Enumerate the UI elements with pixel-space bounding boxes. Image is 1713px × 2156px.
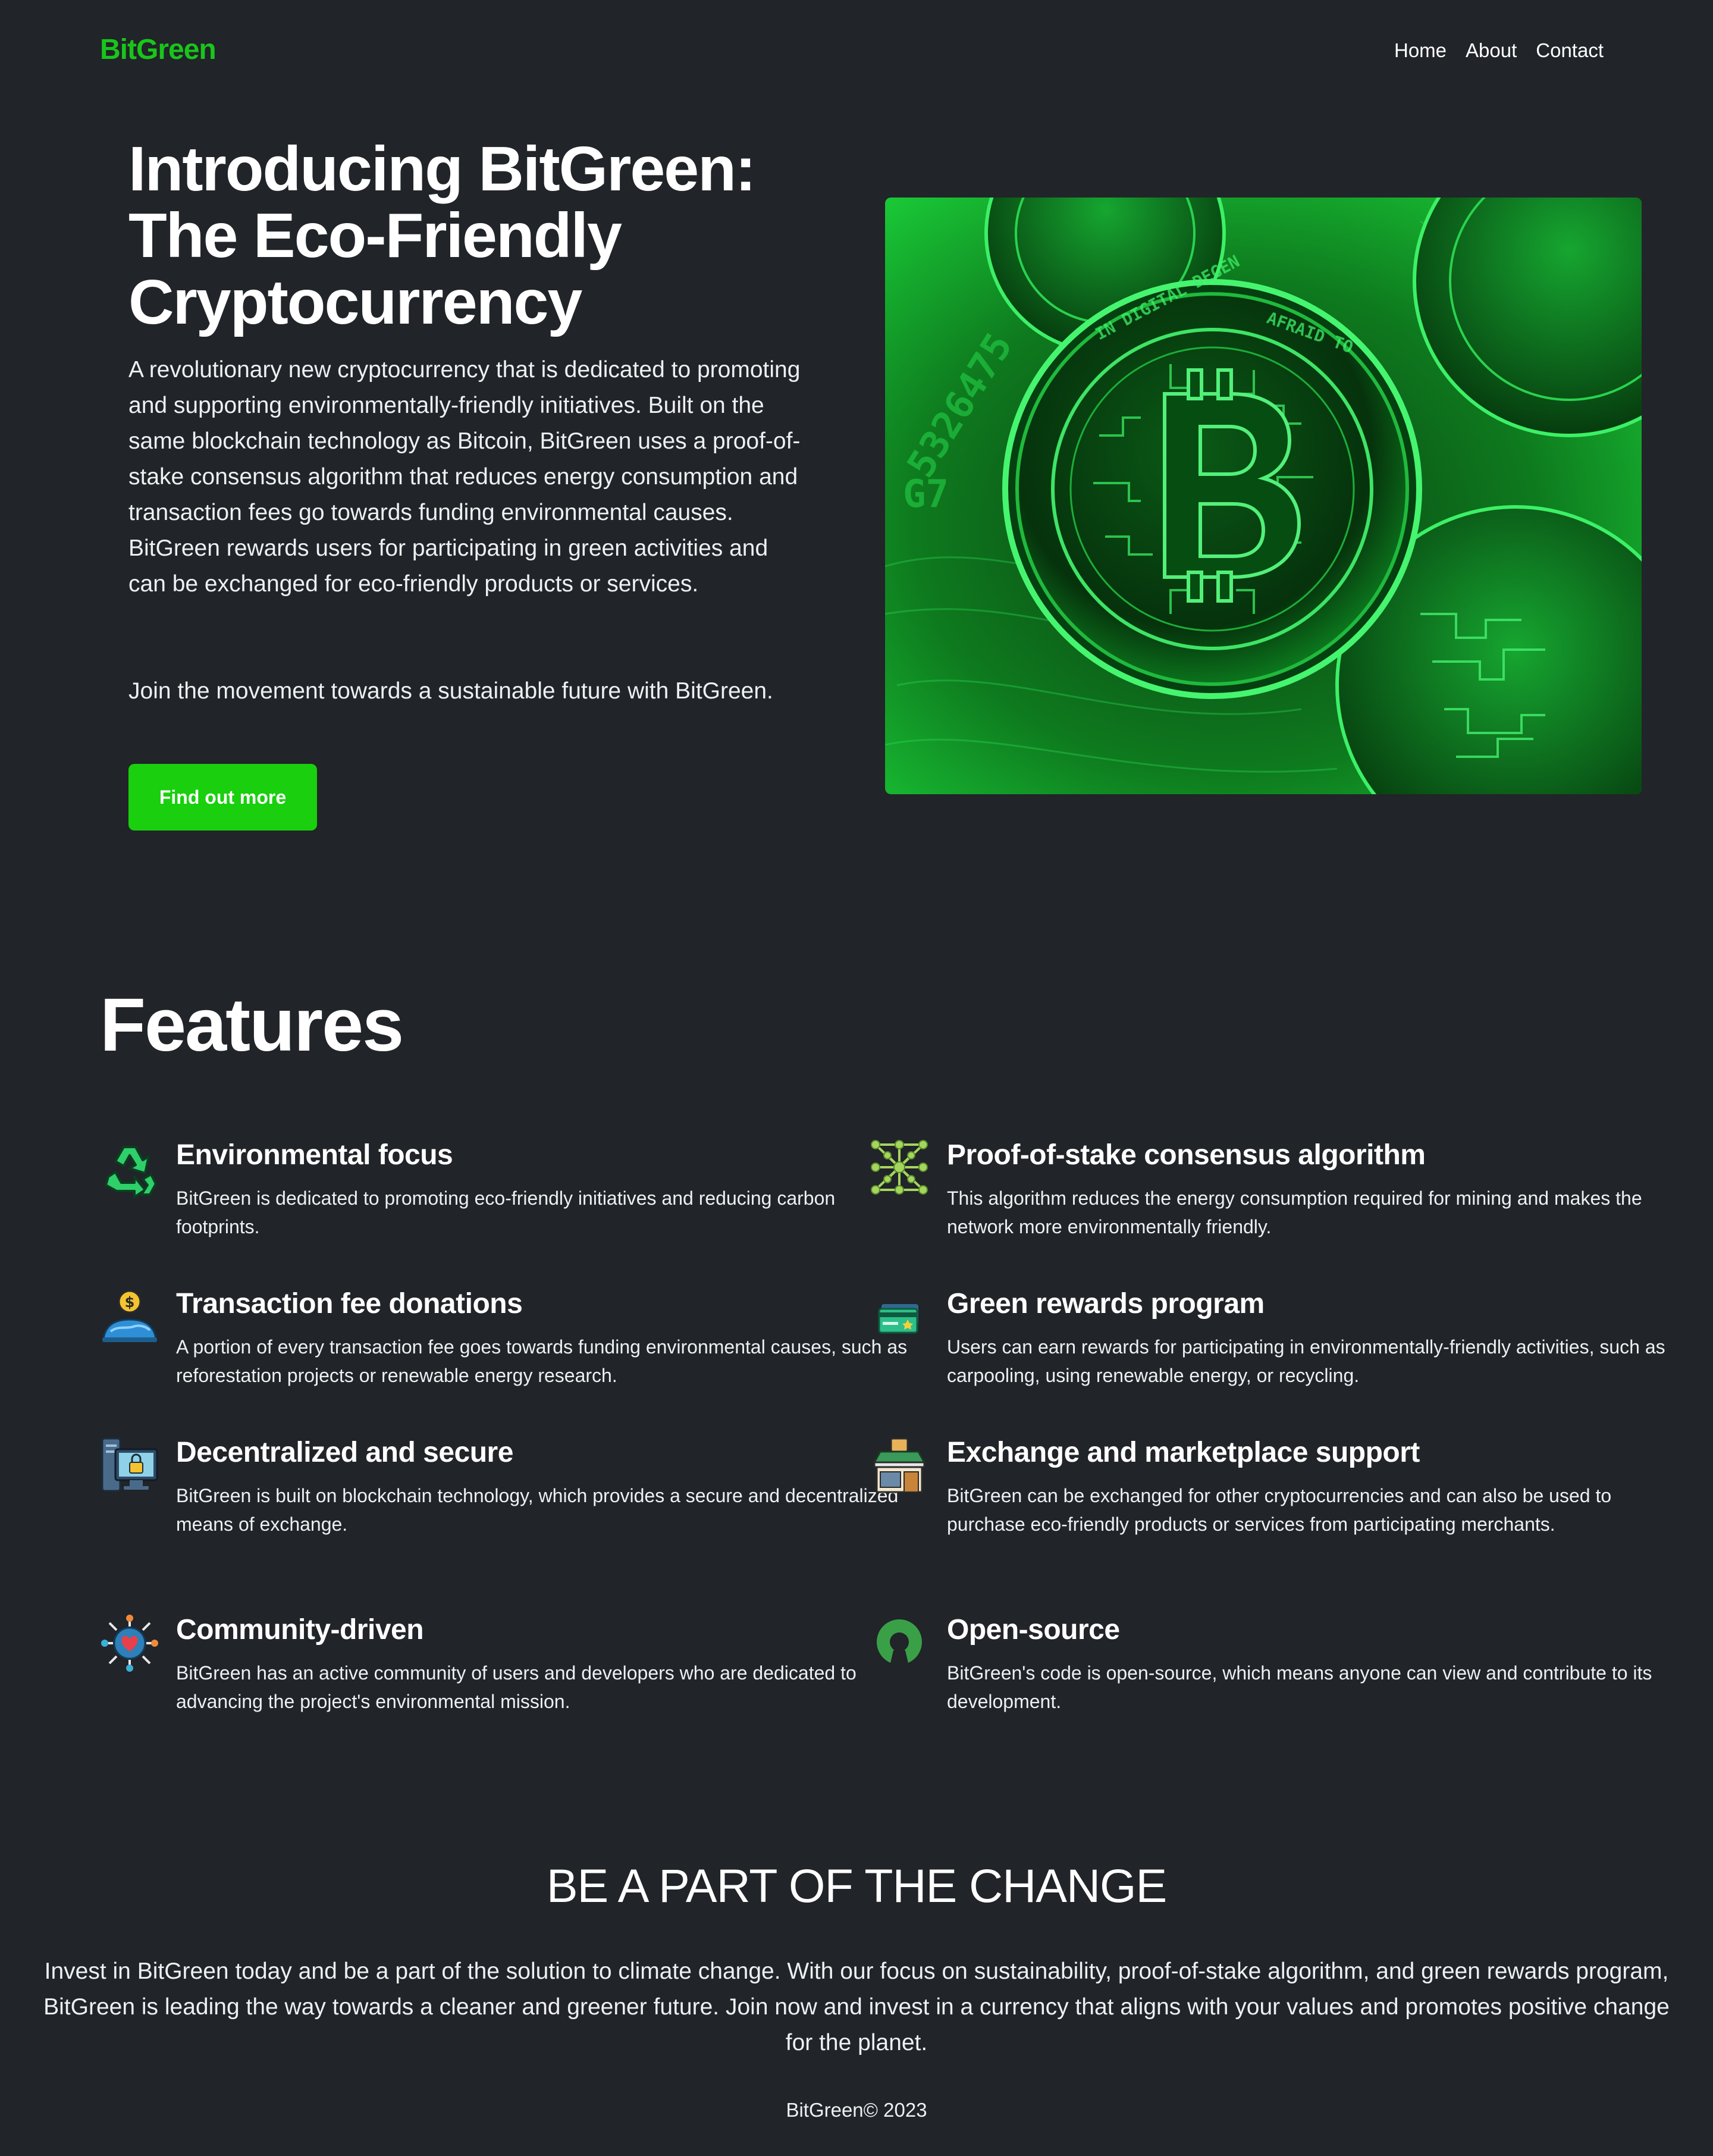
- find-out-more-button[interactable]: Find out more: [128, 764, 317, 831]
- nav-home-link[interactable]: Home: [1394, 39, 1447, 62]
- hero-title-line: Cryptocurrency: [128, 267, 582, 337]
- hero-title: Introducing BitGreen: The Eco-Friendly C…: [128, 136, 842, 336]
- feature-description: This algorithm reduces the energy consum…: [947, 1187, 1642, 1237]
- nav-contact-link[interactable]: Contact: [1536, 39, 1604, 62]
- hero-bitcoin-image: 5326475 G7 IN DIGITAL DEGEN AFRAID TO: [885, 198, 1642, 794]
- feature-title: Decentralized and secure: [176, 1437, 513, 1468]
- feature-description: A portion of every transaction fee goes …: [176, 1336, 908, 1386]
- open-source-icon: [870, 1613, 929, 1673]
- navbar: BitGreen Home About Contact: [0, 0, 1713, 107]
- feature-title: Green rewards program: [947, 1288, 1265, 1320]
- feature-title: Environmental focus: [176, 1139, 453, 1171]
- feature-title: Exchange and marketplace support: [947, 1437, 1420, 1468]
- green-bitcoin-coins-image: 5326475 G7 IN DIGITAL DEGEN AFRAID TO: [885, 198, 1642, 794]
- feature-description: Users can earn rewards for participating…: [947, 1336, 1665, 1386]
- nav-links: Home About Contact: [1394, 39, 1604, 62]
- feature-title: Community-driven: [176, 1614, 424, 1646]
- coin-donation-icon: $: [100, 1287, 159, 1347]
- svg-text:G7: G7: [903, 472, 949, 516]
- feature-title: Transaction fee donations: [176, 1288, 523, 1320]
- change-description: Invest in BitGreen today and be a part o…: [43, 1958, 1670, 2055]
- brand-logo[interactable]: BitGreen: [100, 33, 217, 66]
- footer-copyright: BitGreen© 2023: [786, 2099, 927, 2121]
- community-heart-icon: [100, 1613, 159, 1673]
- nav-about-link[interactable]: About: [1466, 39, 1517, 62]
- hero-description: A revolutionary new cryptocurrency that …: [128, 357, 801, 597]
- reward-card-icon: [870, 1287, 929, 1347]
- recycle-icon: [100, 1141, 159, 1201]
- feature-description: BitGreen is built on blockchain technolo…: [176, 1485, 899, 1535]
- change-heading: BE A PART OF THE CHANGE: [546, 1859, 1167, 1912]
- feature-description: BitGreen can be exchanged for other cryp…: [947, 1485, 1612, 1535]
- feature-title: Open-source: [947, 1614, 1120, 1646]
- feature-title: Proof-of-stake consensus algorithm: [947, 1139, 1426, 1171]
- hero-title-line: The Eco-Friendly: [128, 200, 622, 271]
- feature-description: BitGreen is dedicated to promoting eco-f…: [176, 1187, 836, 1237]
- feature-description: BitGreen has an active community of user…: [176, 1662, 857, 1712]
- hero-join-text: Join the movement towards a sustainable …: [128, 678, 773, 704]
- features-heading: Features: [100, 983, 404, 1067]
- network-nodes-icon: [870, 1137, 929, 1197]
- hero-title-line: Introducing BitGreen:: [128, 134, 756, 204]
- marketplace-store-icon: [870, 1436, 929, 1496]
- feature-description: BitGreen's code is open-source, which me…: [947, 1662, 1652, 1712]
- svg-text:$: $: [125, 1294, 135, 1311]
- secure-computer-icon: [100, 1436, 159, 1496]
